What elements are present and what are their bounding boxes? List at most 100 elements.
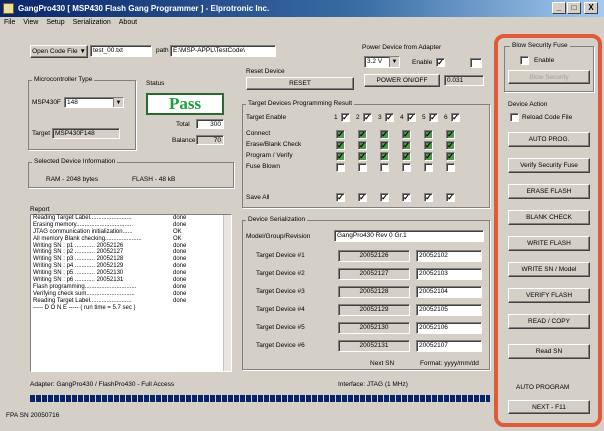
- menu-serialization[interactable]: Serialization: [69, 17, 115, 28]
- date-code-field[interactable]: 20052106: [416, 322, 482, 334]
- code-filename-field[interactable]: test_00.txt: [90, 45, 152, 57]
- report-line-status: done: [173, 263, 187, 270]
- report-line-status: done: [173, 256, 187, 263]
- path-field[interactable]: E:\MSP-APPL\TestCode\: [170, 45, 276, 57]
- date-code-field[interactable]: 20052103: [416, 268, 482, 280]
- ram-info: RAM - 2048 bytes: [46, 176, 99, 183]
- target-enable-checkbox-2[interactable]: [363, 113, 372, 122]
- result-cell-r1-c5: [424, 130, 433, 139]
- format-label: Format: yyyy/mm/dd: [420, 360, 479, 367]
- report-line-status: done: [173, 221, 187, 228]
- status-bar-text: FPA SN 20050716: [6, 412, 60, 419]
- date-code-field[interactable]: 20052107: [416, 340, 482, 352]
- report-line-status: done: [173, 297, 187, 304]
- report-group-label: Report: [30, 206, 50, 213]
- menu-file[interactable]: File: [0, 17, 19, 28]
- report-line-status: done: [173, 215, 187, 221]
- result-cell-r1-c2: [358, 130, 367, 139]
- save-all-checkbox-5[interactable]: [424, 193, 433, 202]
- mcu-group-label: Microcontroller Type: [32, 76, 95, 83]
- result-cell-r3-c6: [446, 152, 455, 161]
- reset-group-label: Reset Device: [246, 68, 285, 75]
- power-group-label: Power Device from Adapter: [362, 44, 442, 51]
- power-extra-checkbox[interactable]: [470, 58, 482, 68]
- mcu-model-value: 148: [67, 99, 78, 106]
- result-cell-r4-c2: [358, 163, 367, 172]
- power-enable-checkbox[interactable]: [436, 58, 445, 67]
- result-cell-r2-c5: [424, 141, 433, 150]
- save-all-label: Save All: [246, 194, 270, 201]
- target-column-4-label: 4: [400, 114, 404, 121]
- target-value-field: MSP430F148: [52, 128, 120, 139]
- target-column-2-label: 2: [356, 114, 360, 121]
- maximize-button[interactable]: □: [567, 2, 581, 14]
- menu-setup[interactable]: Setup: [42, 17, 68, 28]
- report-line: Reading Target Label....................…: [31, 298, 231, 305]
- target-enable-checkbox-1[interactable]: [341, 113, 350, 122]
- report-list[interactable]: Reading Target Label....................…: [30, 214, 232, 372]
- result-cell-r2-c4: [402, 141, 411, 150]
- close-button[interactable]: X: [584, 2, 598, 14]
- report-line: ----- D O N E ----- ( run time = 5.7 sec…: [31, 305, 231, 312]
- report-line: Writing SN : p6 ............ 20052131 don…: [31, 277, 231, 284]
- row-program-label: Program / Verify: [246, 152, 293, 159]
- chevron-down-icon: ▼: [79, 48, 86, 55]
- reset-button[interactable]: RESET: [246, 77, 354, 90]
- report-line: Erasing memory..........................…: [31, 222, 231, 229]
- progress-bar: [30, 395, 490, 402]
- total-field[interactable]: 300: [196, 119, 224, 129]
- balance-label: Balance: [172, 137, 196, 144]
- minimize-button[interactable]: _: [552, 2, 566, 14]
- serial-number-field: 20052128: [338, 286, 410, 298]
- save-all-checkbox-4[interactable]: [402, 193, 411, 202]
- result-cell-r4-c5: [424, 163, 433, 172]
- flash-info: FLASH - 48 kB: [132, 176, 176, 183]
- balance-field: 70: [196, 135, 224, 145]
- report-line: Writing SN : p5 ............ 20052130 don…: [31, 270, 231, 277]
- target-column-3-label: 3: [378, 114, 382, 121]
- serial-number-field: 20052131: [338, 340, 410, 352]
- target-device-label: Target Device #6: [256, 342, 305, 349]
- target-label: Target: [32, 130, 51, 137]
- date-code-field[interactable]: 20052105: [416, 304, 482, 316]
- report-line-text: Flash programming.......................…: [33, 283, 137, 290]
- window-title: GangPro430 [ MSP430 Flash Gang Programme…: [18, 4, 270, 13]
- date-code-field[interactable]: 20052102: [416, 250, 482, 262]
- report-scrollbar[interactable]: [223, 215, 231, 371]
- target-enable-checkbox-4[interactable]: [407, 113, 416, 122]
- report-line: Reading Target Label....................…: [31, 215, 231, 222]
- voltage-select[interactable]: 3.2 V ▼: [364, 56, 400, 68]
- save-all-checkbox-3[interactable]: [380, 193, 389, 202]
- report-line-text: Reading Target Label....................…: [33, 215, 132, 221]
- power-enable-label: Enable: [412, 59, 433, 66]
- report-line-status: done: [173, 270, 187, 277]
- menu-about[interactable]: About: [115, 17, 141, 28]
- save-all-checkbox-6[interactable]: [446, 193, 455, 202]
- save-all-checkbox-2[interactable]: [358, 193, 367, 202]
- target-enable-checkbox-5[interactable]: [429, 113, 438, 122]
- result-cell-r3-c2: [358, 152, 367, 161]
- report-line-text: Writing SN : p5 ............ 20052130: [33, 270, 124, 277]
- report-line-status: done: [173, 283, 187, 290]
- total-label: Total: [176, 121, 190, 128]
- mcu-family-label: MSP430F: [32, 99, 61, 106]
- mcu-model-select[interactable]: 148 ▼: [64, 97, 124, 108]
- title-bar: GangPro430 [ MSP430 Flash Gang Programme…: [0, 0, 604, 17]
- model-group-field[interactable]: GangPro430 Rev 0 Gr.1: [334, 230, 484, 242]
- result-cell-r3-c4: [402, 152, 411, 161]
- open-code-file-button[interactable]: Open Code File ▼: [30, 45, 88, 58]
- target-enable-checkbox-3[interactable]: [385, 113, 394, 122]
- result-cell-r3-c1: [336, 152, 345, 161]
- power-onoff-button[interactable]: POWER ON/OFF: [364, 74, 440, 87]
- date-code-field[interactable]: 20052104: [416, 286, 482, 298]
- menu-view[interactable]: View: [19, 17, 42, 28]
- report-line-status: done: [173, 290, 187, 297]
- report-line-text: Writing SN : p6 ............ 20052131: [33, 277, 124, 284]
- path-label: path: [156, 47, 169, 54]
- targets-result-label: Target Devices Programming Result: [246, 100, 355, 107]
- save-all-checkbox-1[interactable]: [336, 193, 345, 202]
- report-line-text: Reading Target Label....................…: [33, 297, 132, 304]
- result-cell-r4-c3: [380, 163, 389, 172]
- target-device-label: Target Device #3: [256, 288, 305, 295]
- target-enable-checkbox-6[interactable]: [451, 113, 460, 122]
